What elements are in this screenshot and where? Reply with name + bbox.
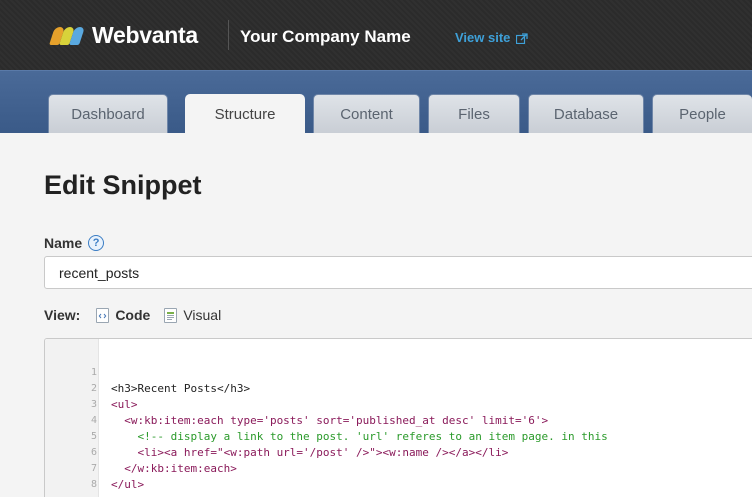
- code-line: 6 </w:kb:item:each>: [45, 429, 237, 475]
- line-number: 8: [90, 479, 97, 490]
- tab-label: People: [679, 105, 726, 123]
- tab-label: Dashboard: [71, 105, 145, 123]
- snippet-name-input[interactable]: [44, 256, 752, 289]
- code-text: <h3>Recent Posts</h3>: [111, 382, 251, 395]
- view-site-label: View site: [455, 30, 511, 45]
- tab-files[interactable]: Files: [428, 94, 520, 133]
- view-code-label: Code: [115, 307, 151, 323]
- company-name: Your Company Name: [240, 27, 411, 46]
- code-file-icon: [96, 307, 110, 323]
- brand-name: Webvanta: [92, 22, 198, 48]
- view-label: View:: [44, 307, 81, 323]
- tab-structure[interactable]: Structure: [185, 94, 305, 134]
- tab-people[interactable]: People: [652, 94, 752, 133]
- tab-database[interactable]: Database: [528, 94, 644, 133]
- tab-label: Structure: [214, 106, 276, 123]
- view-code-button[interactable]: Code: [96, 307, 150, 323]
- view-site-link[interactable]: View site: [455, 30, 529, 45]
- tab-label: Content: [340, 105, 393, 123]
- webvanta-logo-icon: [48, 24, 88, 48]
- tab-content[interactable]: Content: [313, 94, 420, 133]
- help-icon[interactable]: ?: [88, 235, 105, 251]
- code-line: 8: [45, 461, 97, 490]
- name-label-text: Name: [44, 235, 83, 251]
- tab-label: Files: [458, 105, 490, 123]
- view-switcher: View: Code Visual: [44, 307, 235, 323]
- code-text: </ul>: [111, 478, 145, 491]
- view-visual-button[interactable]: Visual: [164, 307, 221, 323]
- tab-label: Database: [553, 105, 619, 123]
- header-divider: [228, 20, 229, 50]
- code-text: <ul>: [111, 398, 138, 411]
- visual-file-icon: [164, 307, 178, 323]
- code-text: <li><a href="<w:path url='/post' />"><w:…: [111, 446, 509, 459]
- view-visual-label: Visual: [183, 307, 222, 323]
- code-comment: <!-- display a link to the post. 'url' r…: [111, 430, 608, 443]
- code-line: 2 <ul>: [45, 365, 138, 411]
- page-title: Edit Snippet: [44, 170, 202, 200]
- code-line: 7 </ul>: [45, 445, 144, 491]
- name-field-label: Name ?: [44, 235, 105, 251]
- code-line: 5 <li><a href="<w:path url='/post' />"><…: [45, 413, 508, 459]
- brand-logo[interactable]: Webvanta: [48, 22, 198, 49]
- code-text: </w:kb:item:each>: [111, 462, 237, 475]
- code-line: 1 <h3>Recent Posts</h3>: [45, 349, 250, 395]
- code-text: <w:kb:item:each type='posts' sort='publi…: [111, 414, 549, 427]
- tab-dashboard[interactable]: Dashboard: [48, 94, 168, 133]
- code-editor[interactable]: 1 <h3>Recent Posts</h3> 2 <ul> 3 <w:kb:i…: [44, 338, 752, 497]
- code-line: 3 <w:kb:item:each type='posts' sort='pub…: [45, 381, 548, 427]
- external-link-icon: [516, 32, 529, 45]
- code-line: 4 <!-- display a link to the post. 'url'…: [45, 397, 608, 443]
